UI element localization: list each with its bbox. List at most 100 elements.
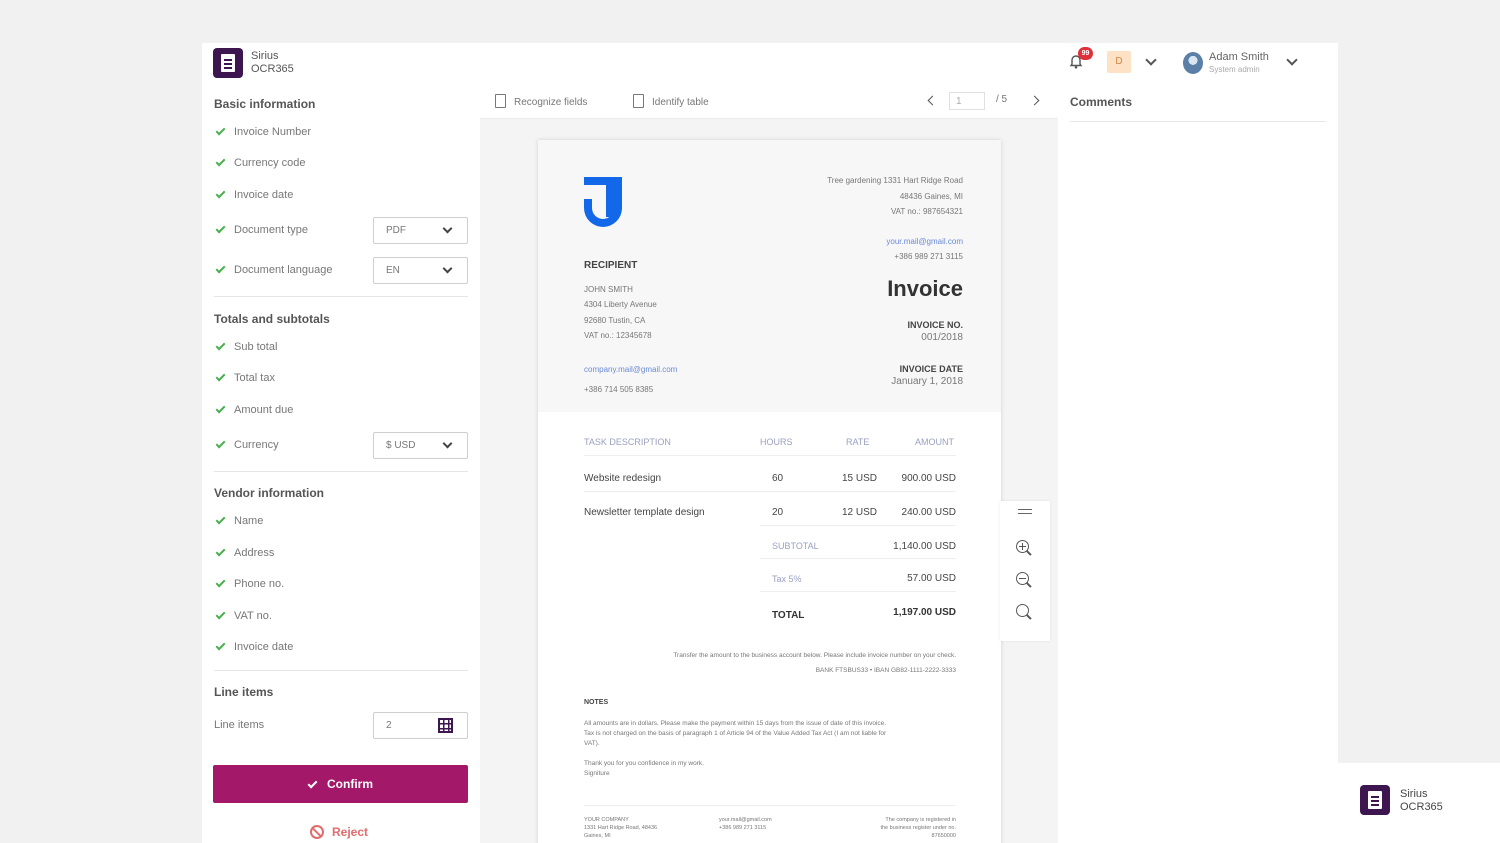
invoice-date: January 1, 2018 [891, 376, 963, 387]
bank-details: BANK FTSBUS33 • IBAN GB82-1111-2222-3333 [815, 667, 956, 674]
check-icon [215, 371, 226, 382]
divider [214, 670, 468, 671]
tax-label: Tax 5% [772, 574, 802, 584]
line-items-label: Line items [214, 719, 265, 731]
field-vendor-vat[interactable]: VAT no. [215, 609, 272, 626]
chevron-right-icon[interactable] [1029, 95, 1040, 106]
footer-company: YOUR COMPANY [584, 817, 629, 823]
divider [584, 805, 956, 806]
table-cell: Newsletter template design [584, 507, 705, 518]
footer-registration: The company is registered in [885, 817, 956, 823]
column-header: RATE [846, 437, 870, 447]
dropdown-chevron-icon [442, 263, 453, 274]
user-role: System admin [1209, 65, 1260, 74]
divider [1070, 121, 1326, 122]
sender-vat: VAT no.: 987654321 [890, 207, 963, 216]
notes-label: NOTES [584, 699, 609, 706]
notes-line: Tax is not charged on the basis of parag… [584, 730, 887, 737]
d-badge[interactable]: D [1107, 51, 1131, 73]
check-icon [215, 403, 226, 414]
divider [760, 558, 956, 559]
page-number-input[interactable]: 1 [949, 92, 985, 110]
menu-icon[interactable] [1018, 509, 1032, 514]
check-icon [215, 546, 226, 557]
subtotal-label: SUBTOTAL [772, 541, 819, 551]
logo-icon[interactable] [213, 48, 243, 78]
table-cell: 60 [772, 473, 784, 484]
document-type-select[interactable]: PDF [373, 217, 468, 244]
avatar[interactable] [1183, 52, 1203, 74]
brand-name: Sirius OCR365 [1400, 788, 1443, 813]
zoom-in-icon[interactable] [1016, 540, 1032, 556]
grid-icon[interactable] [438, 718, 453, 733]
document-language-select[interactable]: EN [373, 257, 468, 284]
check-icon [215, 125, 226, 136]
field-document-type[interactable]: Document type [215, 223, 308, 240]
field-invoice-date[interactable]: Invoice date [215, 188, 293, 205]
check-icon [307, 778, 318, 789]
zoom-out-icon[interactable] [1016, 572, 1032, 588]
table-cell: Website redesign [584, 473, 662, 484]
footer-company: 1331 Hart Ridge Road, 48436 [584, 825, 658, 831]
document-icon [633, 94, 644, 108]
table-cell: 12 USD [841, 507, 877, 518]
footer-registration: the business register under no. [880, 825, 956, 831]
line-items-input[interactable]: 2 [373, 712, 468, 739]
field-vendor-invoice-date[interactable]: Invoice date [215, 640, 293, 657]
recipient-phone: +386 714 505 8385 [584, 385, 654, 394]
check-icon [215, 514, 226, 525]
check-icon [215, 438, 226, 449]
sender-address: Tree gardening 1331 Hart Ridge Road [827, 176, 963, 185]
divider [760, 591, 956, 592]
field-total-tax[interactable]: Total tax [215, 371, 275, 388]
column-header: HOURS [760, 437, 793, 447]
transfer-note: Transfer the amount to the business acco… [673, 652, 956, 659]
field-currency-code[interactable]: Currency code [215, 156, 306, 173]
app-window: Sirius OCR365 99 D Adam Smith System adm… [202, 43, 1338, 843]
logo-icon [1360, 785, 1390, 815]
subtotal-value: 1,140.00 USD [893, 541, 956, 552]
top-bar: Sirius OCR365 99 D Adam Smith System adm… [202, 43, 1338, 83]
currency-select[interactable]: $ USD [373, 432, 468, 459]
notes-line: All amounts are in dollars. Please make … [584, 720, 887, 727]
field-document-language[interactable]: Document language [215, 263, 332, 280]
notes-line: Signiture [584, 770, 610, 777]
section-title-line-items: Line items [214, 685, 274, 699]
sender-address: 48436 Gaines, MI [899, 192, 963, 201]
user-name[interactable]: Adam Smith [1209, 51, 1269, 63]
check-icon [215, 577, 226, 588]
divider [214, 296, 468, 297]
notes-line: Thank you for you confidence in my work. [584, 760, 704, 767]
tax-value: 57.00 USD [907, 573, 956, 584]
table-cell: 240.00 USD [901, 507, 956, 518]
total-label: TOTAL [772, 610, 805, 621]
recognize-fields-button[interactable]: Recognize fields [495, 94, 587, 108]
confirm-button[interactable]: Confirm [213, 765, 468, 803]
zoom-fit-icon[interactable] [1016, 604, 1032, 620]
divider [760, 525, 956, 526]
field-currency[interactable]: Currency [215, 438, 279, 455]
field-sub-total[interactable]: Sub total [215, 340, 277, 357]
fields-panel: Basic information Invoice Number Currenc… [202, 83, 480, 843]
field-invoice-number[interactable]: Invoice Number [215, 125, 311, 142]
chevron-left-icon[interactable] [927, 95, 938, 106]
company-logo [584, 177, 622, 227]
user-menu-chevron-icon[interactable] [1286, 54, 1298, 66]
check-icon [215, 609, 226, 620]
recipient-line: JOHN SMITH [584, 285, 633, 294]
divider [584, 455, 956, 456]
field-vendor-address[interactable]: Address [215, 546, 274, 563]
check-icon [215, 156, 226, 167]
invoice-date-label: INVOICE DATE [899, 364, 963, 374]
reject-button[interactable]: Reject [310, 825, 368, 839]
notes-line: VAT). [584, 740, 600, 747]
field-vendor-phone[interactable]: Phone no. [215, 577, 284, 594]
check-icon [215, 223, 226, 234]
invoice-no-label: INVOICE NO. [907, 320, 963, 330]
field-amount-due[interactable]: Amount due [215, 403, 293, 420]
footer-registration: 87650000 [931, 833, 956, 839]
document-viewer: Recognize fields Identify table 1 / 5 Tr… [480, 83, 1058, 843]
field-vendor-name[interactable]: Name [215, 514, 263, 531]
chevron-down-icon[interactable] [1145, 54, 1157, 66]
identify-table-button[interactable]: Identify table [633, 94, 709, 108]
